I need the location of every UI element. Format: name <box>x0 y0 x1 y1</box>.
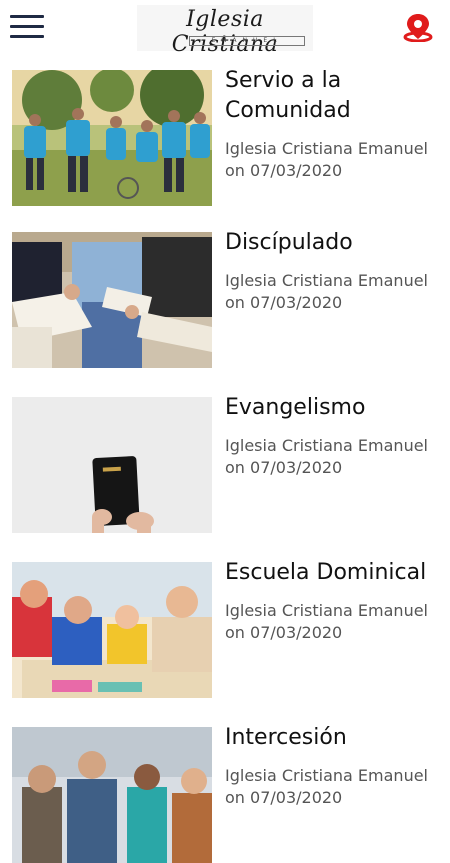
community-service-photo[interactable] <box>12 70 212 206</box>
post-author: Iglesia Cristiana Emanuel <box>225 139 428 158</box>
post-item[interactable]: Discípulado Iglesia Cristiana Emanuel on… <box>0 222 450 368</box>
post-item[interactable]: Evangelismo Iglesia Cristiana Emanuel on… <box>0 387 450 533</box>
post-date: on 07/03/2020 <box>225 293 343 312</box>
post-item[interactable]: Intercesión Iglesia Cristiana Emanuel on… <box>0 717 450 863</box>
bible-study-photo[interactable] <box>12 232 212 368</box>
post-author: Iglesia Cristiana Emanuel <box>225 766 428 785</box>
post-title[interactable]: Escuela Dominical <box>225 558 440 588</box>
post-date: on 07/03/2020 <box>225 161 343 180</box>
post-author: Iglesia Cristiana Emanuel <box>225 271 428 290</box>
post-title[interactable]: Servio a la Comunidad <box>225 66 440 126</box>
post-title[interactable]: Discípulado <box>225 228 440 258</box>
post-title[interactable]: Evangelismo <box>225 393 440 423</box>
post-item[interactable]: Escuela Dominical Iglesia Cristiana Eman… <box>0 552 450 698</box>
post-author: Iglesia Cristiana Emanuel <box>225 601 428 620</box>
post-date: on 07/03/2020 <box>225 623 343 642</box>
post-date: on 07/03/2020 <box>225 788 343 807</box>
group-prayer-photo[interactable] <box>12 727 212 863</box>
post-date: on 07/03/2020 <box>225 458 343 477</box>
post-item[interactable]: Servio a la Comunidad Iglesia Cristiana … <box>0 60 450 206</box>
church-logo[interactable]: Iglesia Cristiana EMANUEL <box>137 5 313 57</box>
logo-title: Iglesia Cristiana <box>171 7 279 57</box>
hamburger-menu-icon[interactable] <box>10 15 44 39</box>
post-title[interactable]: Intercesión <box>225 723 440 753</box>
location-pin-icon[interactable] <box>402 12 434 42</box>
logo-subtitle: EMANUEL <box>189 36 305 46</box>
post-author: Iglesia Cristiana Emanuel <box>225 436 428 455</box>
top-bar: Iglesia Cristiana EMANUEL <box>0 0 450 60</box>
children-class-photo[interactable] <box>12 562 212 698</box>
hands-holding-bible-photo[interactable] <box>12 397 212 533</box>
